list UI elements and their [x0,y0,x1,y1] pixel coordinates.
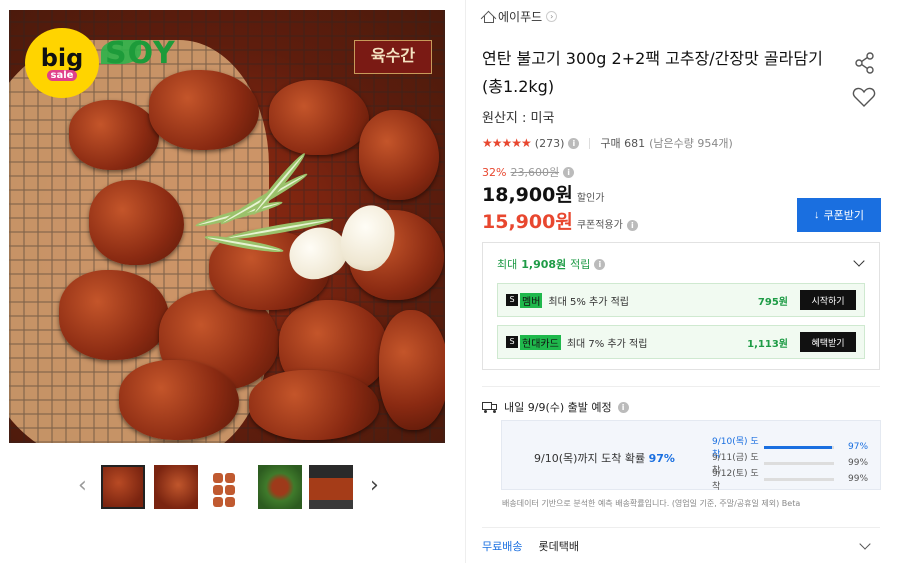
info-icon[interactable]: i [626,220,638,231]
main-product-image[interactable]: big sale SOY 육수간 [9,10,445,443]
shipping-estimate: 내일 9/9(수) 출발 예정 i [482,399,629,415]
remaining-quantity: (남은수량 954개) [649,137,733,150]
info-icon[interactable]: i [563,166,575,178]
discount-percent: 32% [482,165,507,179]
hyundai-card-logo: S 현대카드 [506,334,561,350]
arrival-percent: 97% [648,452,675,465]
store-link[interactable]: 에이푸드 › [482,8,558,25]
meat-piece [59,270,169,360]
sale-price: 18,900원 [482,184,573,206]
origin-label: 원산지 : 미국 [482,111,555,126]
store-name: 에이푸드 [498,10,543,24]
meat-piece [379,310,445,430]
get-coupon-label: 쿠폰받기 [823,210,864,222]
get-benefit-button[interactable]: 혜택받기 [800,332,856,352]
probability-bar [764,477,834,481]
thumbnail-3[interactable] [207,465,251,509]
coupon-price-row: 15,900원 쿠폰적용가 i [482,207,638,234]
free-shipping-label: 무료배송 [482,540,523,553]
start-button[interactable]: 시작하기 [800,290,856,310]
thumbnail-strip: ‹ › [70,465,390,511]
divider [589,137,591,149]
big-label: big [40,43,84,72]
truck-icon [482,401,498,413]
delivery-note: 배송데이터 기반으로 분석한 예측 배송확률입니다. (영업일 기준, 주말/공… [502,499,801,508]
big-sale-badge: big sale [25,28,99,98]
info-icon[interactable]: i [594,258,606,270]
probability-bar [764,445,834,449]
download-icon: ↓ [814,209,820,221]
arrival-probability: 9/10(목)까지 도착 확률 97% [534,450,675,466]
soy-logo: SOY [105,36,176,71]
sale-label: sale [46,69,78,81]
logo-box: S [506,294,518,306]
chevron-right-icon: › [546,11,558,22]
section-divider [482,527,880,528]
purchase-count: 구매 681 [600,137,646,150]
meat-piece [89,180,184,265]
reward-item-hyundai-card: S 현대카드 최대 7% 추가 적립 1,113원 혜택받기 [497,325,865,359]
thumbnail-5[interactable] [309,465,353,509]
chevron-down-icon[interactable] [853,255,865,267]
reward-item-text: 최대 7% 추가 적립 [566,338,648,350]
reward-suffix: 적립 [570,258,591,271]
logo-label: 멤버 [520,292,543,308]
coupon-price: 15,900원 [482,211,573,233]
info-icon[interactable]: i [617,401,629,413]
meat-piece [269,80,369,155]
reward-item-text: 최대 5% 추가 적립 [548,296,630,308]
reward-prefix: 최대 [497,258,518,271]
rating-row: ★★★★★ (273) i 구매 681 (남은수량 954개) [482,135,733,151]
chevron-down-icon[interactable] [859,538,871,550]
discount-row: 32% 23,600원 i [482,164,575,180]
prev-thumbnail-arrow[interactable]: ‹ [78,473,87,498]
reward-amount: 1,908원 [521,258,567,271]
meat-piece [69,100,159,170]
ship-date-text: 내일 9/9(수) 출발 예정 [504,401,612,414]
shipping-info-row[interactable]: 무료배송 롯데택배 [482,538,579,554]
delivery-probability-box: 9/10(목)까지 도착 확률 97% 9/10(목) 도착 97% 9/11(… [501,420,881,492]
arrival-prefix: 9/10(목)까지 도착 확률 [534,452,646,465]
reward-panel: 최대 1,908원 적립 i S 멤버 최대 5% 추가 적립 795원 시작하… [482,242,880,370]
reward-header[interactable]: 최대 1,908원 적립 i [497,256,606,272]
next-thumbnail-arrow[interactable]: › [370,473,379,498]
get-coupon-button[interactable]: ↓ 쿠폰받기 [797,198,881,232]
thumbnail-4[interactable] [258,465,302,509]
reward-item-amount: 1,113원 [747,338,788,350]
probability-bar [764,461,834,465]
thumbnail-1[interactable] [101,465,145,509]
logo-label: 현대카드 [520,334,561,350]
product-info-panel: 에이푸드 › 연탄 불고기 300g 2+2팩 고추장/간장맛 골라담기 (총1… [465,0,895,563]
probability-label: 9/12(토) 도착 [712,469,759,492]
thumbnail-2[interactable] [154,465,198,509]
reward-item-membership: S 멤버 최대 5% 추가 적립 795원 시작하기 [497,283,865,317]
meat-piece [149,70,259,150]
share-icon[interactable] [854,52,876,74]
review-count[interactable]: (273) [535,137,565,150]
meat-piece [359,110,439,200]
home-icon [482,11,494,23]
coupon-price-label: 쿠폰적용가 [576,220,623,231]
heart-icon[interactable] [852,86,876,108]
meat-piece [119,360,239,440]
membership-logo: S 멤버 [506,292,543,308]
logo-box: S [506,336,518,348]
meat-piece [249,370,379,440]
original-price: 23,600원 [510,166,560,179]
info-icon[interactable]: i [568,137,580,149]
star-rating: ★★★★★ [482,136,532,150]
carrier-name: 롯데택배 [538,540,579,553]
sale-price-label: 할인가 [576,193,605,204]
probability-percent: 99% [848,474,869,484]
sale-price-row: 18,900원 할인가 [482,180,604,207]
brand-seal: 육수간 [354,40,432,74]
section-divider [482,386,880,387]
product-title: 연탄 불고기 300g 2+2팩 고추장/간장맛 골라담기 (총1.2kg) [482,49,823,96]
probability-row: 9/12(토) 도착 99% [712,466,872,492]
reward-item-amount: 795원 [757,296,788,308]
